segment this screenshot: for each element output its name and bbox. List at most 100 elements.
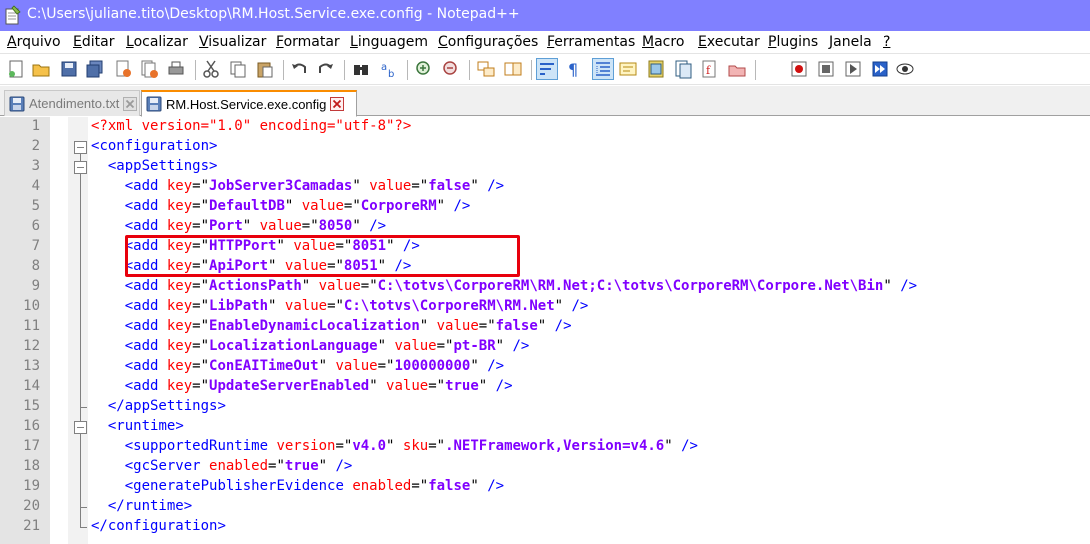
tag-name: appSettings [124,398,218,414]
tab-bar: Atendimento.txt RM.Host.Service.exe.conf… [0,86,1090,117]
code-line[interactable]: 10 <add key="LibPath" value="C:\totvs\Co… [0,297,1090,317]
code-line[interactable]: 4 <add key="JobServer3Camadas" value="fa… [0,177,1090,197]
menu-macro[interactable]: Macro [642,34,684,50]
code-text: <add key="LocalizationLanguage" value="p… [91,338,530,354]
menu-plugins[interactable]: Plugins [768,34,818,50]
undo-icon[interactable] [289,59,309,79]
sync-horizontal-icon[interactable] [503,59,523,79]
tab-rm-host-config[interactable]: RM.Host.Service.exe.config [141,90,357,117]
code-line[interactable]: 17 <supportedRuntime version="v4.0" sku=… [0,437,1090,457]
code-line[interactable]: 21 </configuration> [0,517,1090,537]
menu-arquivo[interactable]: Arquivo [7,34,61,50]
find-icon[interactable] [351,59,371,79]
save-macro-icon[interactable] [870,59,890,79]
code-line[interactable]: 16 <runtime> [0,417,1090,437]
code-token: /> [495,378,513,394]
code-line[interactable]: 14 <add key="UpdateServerEnabled" value=… [0,377,1090,397]
close-all-icon[interactable] [139,59,159,79]
save-icon[interactable] [59,59,79,79]
menu-editar[interactable]: Editar [73,34,114,50]
code-line[interactable]: 9 <add key="ActionsPath" value="C:\totvs… [0,277,1090,297]
new-file-icon[interactable] [6,59,26,79]
code-token: =" [411,178,429,194]
stop-record-icon[interactable] [789,59,809,79]
fold-toggle-icon[interactable] [74,161,87,174]
code-text: <supportedRuntime version="v4.0" sku=".N… [91,438,698,454]
code-line[interactable]: 19 <generatePublisherEvidence enabled="f… [0,477,1090,497]
code-line[interactable]: 1 <?xml version="1.0" encoding="utf-8"?> [0,117,1090,137]
zoom-out-icon[interactable] [441,59,461,79]
code-token: " [419,318,437,334]
code-editor[interactable]: 1 <?xml version="1.0" encoding="utf-8"?> 2… [0,117,1090,544]
menu-configuracoes[interactable]: Configurações [438,34,538,50]
attr-name: sku [402,438,429,454]
indent-guide-icon[interactable] [592,58,614,80]
record-macro-icon[interactable] [895,59,915,79]
close-icon[interactable] [113,59,133,79]
monitor-icon[interactable] [727,59,747,79]
zoom-in-icon[interactable] [414,59,434,79]
attr-value: .NETFramework,Version=v4.6 [445,438,665,454]
close-tab-icon[interactable] [330,97,345,111]
menu-janela[interactable]: Janela [829,34,872,50]
setting-value: true [445,378,479,394]
playback-icon[interactable] [816,59,836,79]
code-line[interactable]: 15 </appSettings> [0,397,1090,417]
menu-executar[interactable]: Executar [698,34,760,50]
tab-atendimento[interactable]: Atendimento.txt [4,90,140,116]
code-line[interactable]: 3 <appSettings> [0,157,1090,177]
code-line[interactable]: 5 <add key="DefaultDB" value="CorporeRM"… [0,197,1090,217]
close-tab-icon[interactable] [123,96,138,111]
menu-localizar[interactable]: Localizar [126,34,188,50]
doc-map-icon[interactable] [646,59,666,79]
tag-name: configuration [107,518,218,534]
menu-linguagem[interactable]: Linguagem [350,34,428,50]
code-line[interactable]: 6 <add key="Port" value="8050" /> [0,217,1090,237]
copy-icon[interactable] [228,59,248,79]
menu-ferramentas[interactable]: Ferramentas [547,34,635,50]
open-file-icon[interactable] [31,59,51,79]
show-all-chars-icon[interactable]: ¶ [564,59,584,79]
menu-visualizar[interactable]: Visualizar [199,34,266,50]
sync-vertical-icon[interactable] [476,59,496,79]
paste-icon[interactable] [255,59,275,79]
fold-end-marker [80,507,87,508]
menu-mnemonic: E [73,34,82,50]
code-token: <add [124,378,167,394]
code-token: =" [192,278,210,294]
attr-value: v4.0 [352,438,387,454]
redo-icon[interactable] [316,59,336,79]
code-token: =" [268,458,285,474]
save-all-icon[interactable] [85,59,105,79]
code-line[interactable]: 20 </runtime> [0,497,1090,517]
cut-icon[interactable] [201,59,221,79]
code-line[interactable]: 13 <add key="ConEAITimeOut" value="10000… [0,357,1090,377]
word-wrap-icon[interactable] [536,58,558,80]
code-line[interactable]: 18 <gcServer enabled="true" /> [0,457,1090,477]
folder-workspace-icon[interactable]: f [700,59,720,79]
highlight-annotation [125,235,520,277]
run-macro-multiple-icon[interactable] [843,59,863,79]
menu-label-rest: onfigurações [447,34,539,50]
fold-toggle-icon[interactable] [74,141,87,154]
tag-name: gcServer [133,458,201,474]
code-token: > [209,158,218,174]
code-line[interactable]: 12 <add key="LocalizationLanguage" value… [0,337,1090,357]
language-icon[interactable] [618,59,638,79]
code-token: <add [124,198,167,214]
toolbar-separator [195,60,196,80]
menu-formatar[interactable]: Formatar [276,34,340,50]
code-token: /> [900,278,918,294]
code-line[interactable]: 2 <configuration> [0,137,1090,157]
fold-toggle-icon[interactable] [74,421,87,434]
menu-help[interactable]: ? [883,34,890,50]
code-line[interactable]: 11 <add key="EnableDynamicLocalization" … [0,317,1090,337]
code-text: </runtime> [91,498,192,514]
code-token: " [470,358,488,374]
print-icon[interactable] [166,59,186,79]
replace-icon[interactable]: ab [379,59,399,79]
code-token: =" [411,478,429,494]
line-number: 17 [23,438,40,454]
function-list-icon[interactable] [673,59,693,79]
